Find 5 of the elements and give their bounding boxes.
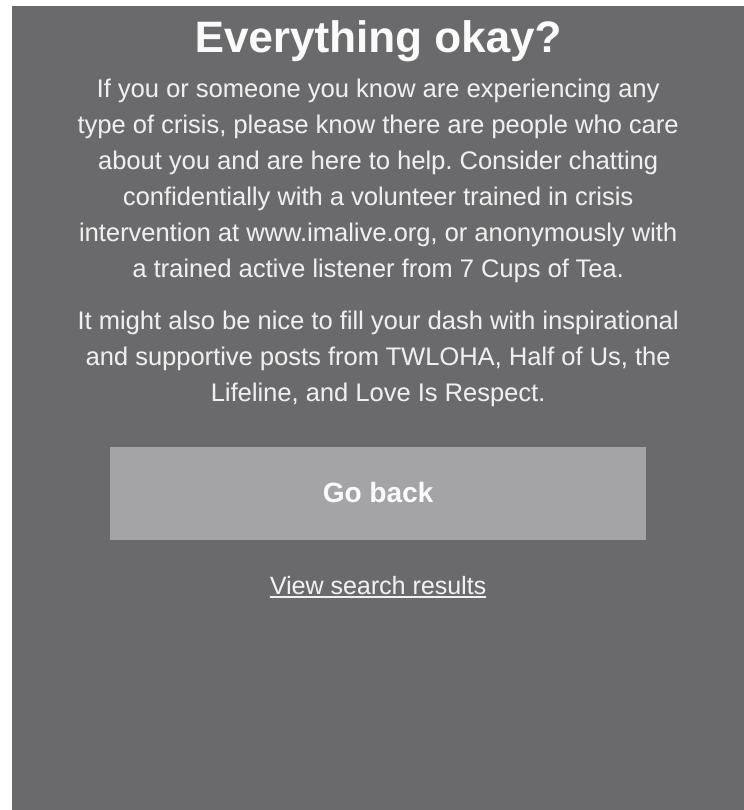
dialog-title: Everything okay? (194, 12, 562, 64)
go-back-button[interactable]: Go back (110, 446, 646, 540)
message-paragraph: If you or someone you know are experiencing any type of crisis, please know there are people who care about you and are here to help. Consider chatting confidentially with a volunteer trained in crisis intervention at www.imalive.org, or anonymously with a trained active listener from 7 Cups of Tea. (76, 74, 680, 285)
view-search-results-link[interactable]: View search results (270, 568, 486, 606)
message-paragraph: It might also be nice to fill your dash with inspirational and supportive posts from TWLOHA, Half of Us, the Lifeline, and Love Is Respect. (76, 306, 680, 409)
